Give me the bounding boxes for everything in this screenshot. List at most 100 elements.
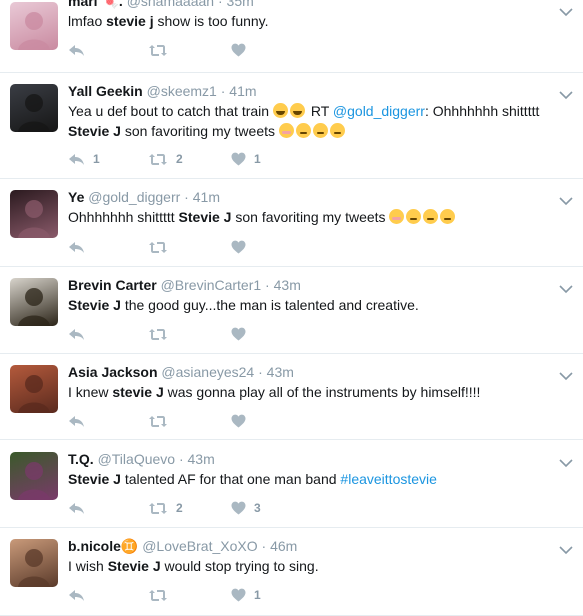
user-handle[interactable]: @asianeyes24	[161, 364, 254, 380]
tweet[interactable]: Ye @gold_diggerr · 41m Ohhhhhhh shittttt …	[0, 179, 583, 267]
like-button[interactable]	[231, 41, 254, 59]
tweet-actions: 1	[68, 586, 368, 604]
reply-icon	[68, 589, 85, 602]
user-handle[interactable]: @TilaQuevo	[98, 451, 176, 467]
retweet-button[interactable]: 2	[148, 150, 183, 168]
reply-icon	[68, 153, 85, 166]
tweet-text: Stevie J talented AF for that one man ba…	[68, 471, 437, 487]
retweet-button[interactable]	[148, 412, 176, 430]
separator-dot: ·	[254, 364, 267, 380]
tweet-timestamp[interactable]: 43m	[188, 451, 215, 467]
reply-icon	[68, 241, 85, 254]
user-name[interactable]: b.nicole♊	[68, 538, 138, 554]
retweet-button[interactable]	[148, 238, 176, 256]
upside-down-emoji-icon	[440, 209, 456, 224]
reply-button[interactable]	[68, 41, 93, 59]
chevron-down-icon[interactable]	[559, 4, 573, 17]
tweet-actions: 1 2 1	[68, 150, 368, 168]
tweet-timestamp[interactable]: 46m	[270, 538, 297, 554]
user-name[interactable]: Yall Geekin	[68, 83, 143, 99]
avatar[interactable]	[10, 84, 58, 132]
tweet-header: Yall Geekin @skeemz1 · 41m	[68, 82, 257, 100]
tweet-timestamp[interactable]: 41m	[193, 189, 220, 205]
user-name[interactable]: Brevin Carter	[68, 277, 157, 293]
tweet[interactable]: mari 🍬. @shamaaaan · 35m lmfao stevie j s…	[0, 0, 583, 73]
reply-icon	[68, 328, 85, 341]
chevron-down-icon[interactable]	[559, 87, 573, 100]
retweet-button[interactable]: 2	[148, 499, 183, 517]
reply-icon	[68, 502, 85, 515]
avatar[interactable]	[10, 190, 58, 238]
smirk-emoji-icon	[423, 209, 439, 224]
avatar[interactable]	[10, 539, 58, 587]
avatar-person-icon	[18, 549, 50, 587]
retweet-button[interactable]	[148, 325, 176, 343]
tweet[interactable]: Yall Geekin @skeemz1 · 41m Yea u def bout…	[0, 73, 583, 179]
separator-dot: ·	[216, 83, 230, 99]
like-count: 1	[254, 152, 261, 166]
tweet-timestamp[interactable]: 41m	[229, 83, 256, 99]
smirk-emoji-icon	[312, 123, 328, 138]
like-button[interactable]: 1	[231, 586, 261, 604]
joy-emoji-icon	[272, 103, 288, 118]
avatar-person-icon	[18, 462, 50, 500]
tweet[interactable]: T.Q. @TilaQuevo · 43m Stevie J talented A…	[0, 440, 583, 528]
heart-icon	[231, 501, 246, 515]
tweet[interactable]: Asia Jackson @asianeyes24 · 43m I knew st…	[0, 354, 583, 440]
avatar[interactable]	[10, 278, 58, 326]
heart-icon	[231, 240, 246, 254]
joy-emoji-icon	[289, 103, 305, 118]
reply-button[interactable]	[68, 238, 93, 256]
user-handle[interactable]: @LoveBrat_XoXO	[142, 538, 257, 554]
reply-button[interactable]: 1	[68, 150, 100, 168]
avatar[interactable]	[10, 452, 58, 500]
tweet-header: b.nicole♊ @LoveBrat_XoXO · 46m	[68, 537, 297, 555]
user-handle[interactable]: @skeemz1	[147, 83, 217, 99]
like-button[interactable]: 3	[231, 499, 261, 517]
separator-dot: ·	[175, 451, 188, 467]
reply-button[interactable]	[68, 586, 93, 604]
tweet-timestamp[interactable]: 43m	[267, 364, 294, 380]
user-name[interactable]: mari 🍬.	[68, 0, 123, 9]
retweet-button[interactable]	[148, 41, 176, 59]
avatar[interactable]	[10, 2, 58, 50]
chevron-down-icon[interactable]	[559, 193, 573, 206]
user-handle[interactable]: @shamaaaan	[127, 0, 214, 9]
user-name[interactable]: T.Q.	[68, 451, 94, 467]
chevron-down-icon[interactable]	[559, 281, 573, 294]
tweet-timestamp[interactable]: 43m	[274, 277, 301, 293]
tweet-header: Brevin Carter @BrevinCarter1 · 43m	[68, 276, 301, 294]
separator-dot: ·	[261, 277, 274, 293]
relieved-emoji-icon	[295, 123, 311, 138]
user-name[interactable]: Asia Jackson	[68, 364, 158, 380]
tweet-timestamp[interactable]: 35m	[227, 0, 254, 9]
tweet-header: T.Q. @TilaQuevo · 43m	[68, 450, 215, 468]
reply-button[interactable]	[68, 412, 93, 430]
chevron-down-icon[interactable]	[559, 455, 573, 468]
like-button[interactable]: 1	[231, 150, 261, 168]
tweet-actions	[68, 325, 368, 343]
retweet-icon	[148, 153, 168, 166]
user-handle[interactable]: @gold_diggerr	[88, 189, 180, 205]
user-handle[interactable]: @BrevinCarter1	[161, 277, 262, 293]
tweet[interactable]: b.nicole♊ @LoveBrat_XoXO · 46m I wish Ste…	[0, 528, 583, 616]
avatar[interactable]	[10, 365, 58, 413]
retweet-button[interactable]	[148, 586, 176, 604]
avatar-person-icon	[18, 94, 50, 132]
tweet[interactable]: Brevin Carter @BrevinCarter1 · 43m Stevie…	[0, 267, 583, 354]
retweet-icon	[148, 328, 168, 341]
heart-icon	[231, 327, 246, 341]
retweet-icon	[148, 415, 168, 428]
like-button[interactable]	[231, 238, 254, 256]
tweet-actions	[68, 41, 368, 59]
reply-button[interactable]	[68, 499, 93, 517]
chevron-down-icon[interactable]	[559, 542, 573, 555]
tweet-text: I knew stevie J was gonna play all of th…	[68, 384, 481, 400]
user-name[interactable]: Ye	[68, 189, 84, 205]
like-button[interactable]	[231, 412, 254, 430]
separator-dot: ·	[180, 189, 193, 205]
reply-button[interactable]	[68, 325, 93, 343]
like-button[interactable]	[231, 325, 254, 343]
chevron-down-icon[interactable]	[559, 368, 573, 381]
reply-count: 1	[93, 152, 100, 166]
